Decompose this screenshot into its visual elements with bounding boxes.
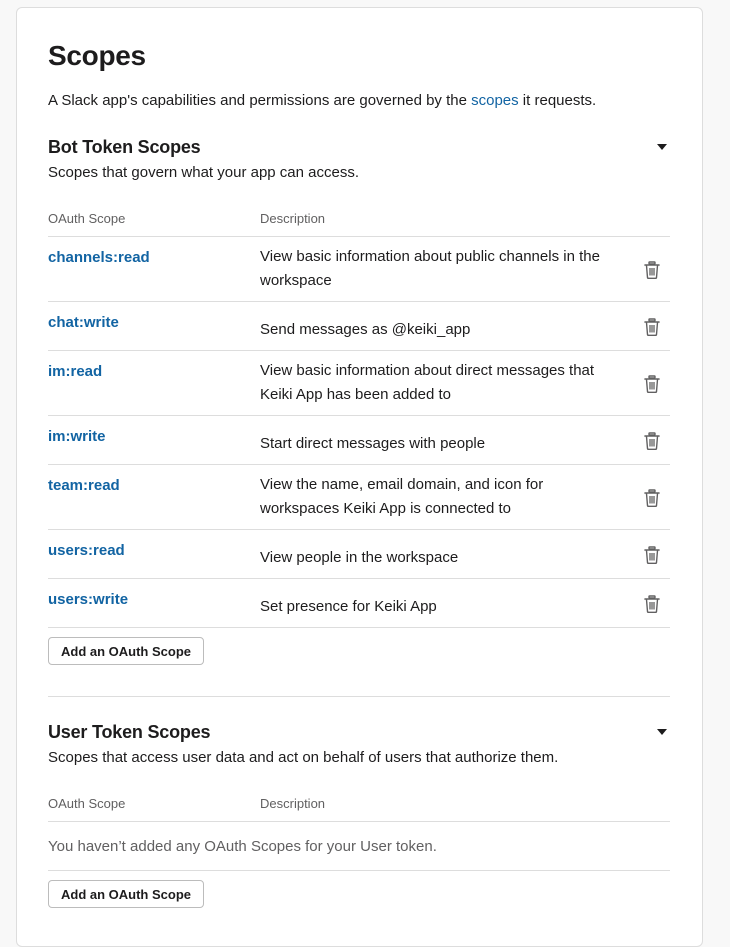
bot-col-scope-header: OAuth Scope: [48, 211, 126, 226]
scope-description: View the name, email domain, and icon fo…: [260, 476, 544, 517]
bot-add-oauth-scope-button[interactable]: Add an OAuth Scope: [48, 637, 204, 665]
remove-scope-trash-icon[interactable]: [642, 260, 662, 280]
bot-section-title: Bot Token Scopes: [48, 137, 201, 157]
remove-scope-trash-icon[interactable]: [642, 594, 662, 614]
page-title: Scopes: [48, 40, 146, 71]
section-divider: [48, 696, 670, 697]
scopes-link[interactable]: scopes: [471, 92, 519, 109]
intro-text: A Slack app's capabilities and permissio…: [48, 92, 596, 109]
user-col-scope-header: OAuth Scope: [48, 796, 126, 811]
scope-row: im:read View basic information about dire…: [48, 351, 670, 416]
user-col-description-header: Description: [260, 796, 326, 811]
intro-suffix: it requests.: [518, 92, 597, 109]
scope-row-divider: [48, 627, 670, 628]
user-add-oauth-scope-button[interactable]: Add an OAuth Scope: [48, 880, 204, 908]
scope-name[interactable]: users:write: [48, 591, 128, 608]
user-empty-divider: [48, 870, 670, 871]
scope-row: im:write Start direct messages with peopl…: [48, 416, 670, 465]
scope-row: channels:read View basic information abou…: [48, 237, 670, 302]
scope-description: Start direct messages with people: [260, 435, 486, 452]
scope-row: users:write Set presence for Keiki App: [48, 579, 670, 628]
remove-scope-trash-icon[interactable]: [642, 488, 662, 508]
remove-scope-trash-icon[interactable]: [642, 317, 662, 337]
bot-section-subtitle: Scopes that govern what your app can acc…: [48, 164, 360, 181]
scope-row: chat:write Send messages as @keiki_app: [48, 302, 670, 351]
scope-name[interactable]: im:write: [48, 428, 106, 445]
scope-description: Set presence for Keiki App: [260, 598, 437, 615]
remove-scope-trash-icon[interactable]: [642, 374, 662, 394]
remove-scope-trash-icon[interactable]: [642, 545, 662, 565]
scope-name[interactable]: channels:read: [48, 249, 150, 266]
bot-col-description-header: Description: [260, 211, 326, 226]
scope-row: users:read View people in the workspace: [48, 530, 670, 579]
user-section-subtitle: Scopes that access user data and act on …: [48, 749, 559, 766]
scope-name[interactable]: team:read: [48, 477, 120, 494]
intro-prefix: A Slack app's capabilities and permissio…: [48, 92, 472, 109]
scope-description: Send messages as @keiki_app: [260, 321, 471, 338]
user-empty-message: You haven’t added any OAuth Scopes for y…: [48, 838, 437, 855]
remove-scope-trash-icon[interactable]: [642, 431, 662, 451]
scope-row: team:read View the name, email domain, an…: [48, 465, 670, 530]
scope-name[interactable]: users:read: [48, 542, 125, 559]
scopes-card: Scopes A Slack app's capabilities and pe…: [16, 7, 703, 947]
user-header-divider: [48, 821, 670, 822]
user-section-caret-down-icon[interactable]: [657, 729, 667, 735]
scope-description: View basic information about direct mess…: [260, 362, 595, 403]
bot-section-caret-down-icon[interactable]: [657, 144, 667, 150]
scope-description: View basic information about public chan…: [260, 248, 600, 289]
user-section-title: User Token Scopes: [48, 722, 211, 742]
scope-name[interactable]: im:read: [48, 363, 102, 380]
scope-name[interactable]: chat:write: [48, 314, 119, 331]
scope-description: View people in the workspace: [260, 549, 459, 566]
